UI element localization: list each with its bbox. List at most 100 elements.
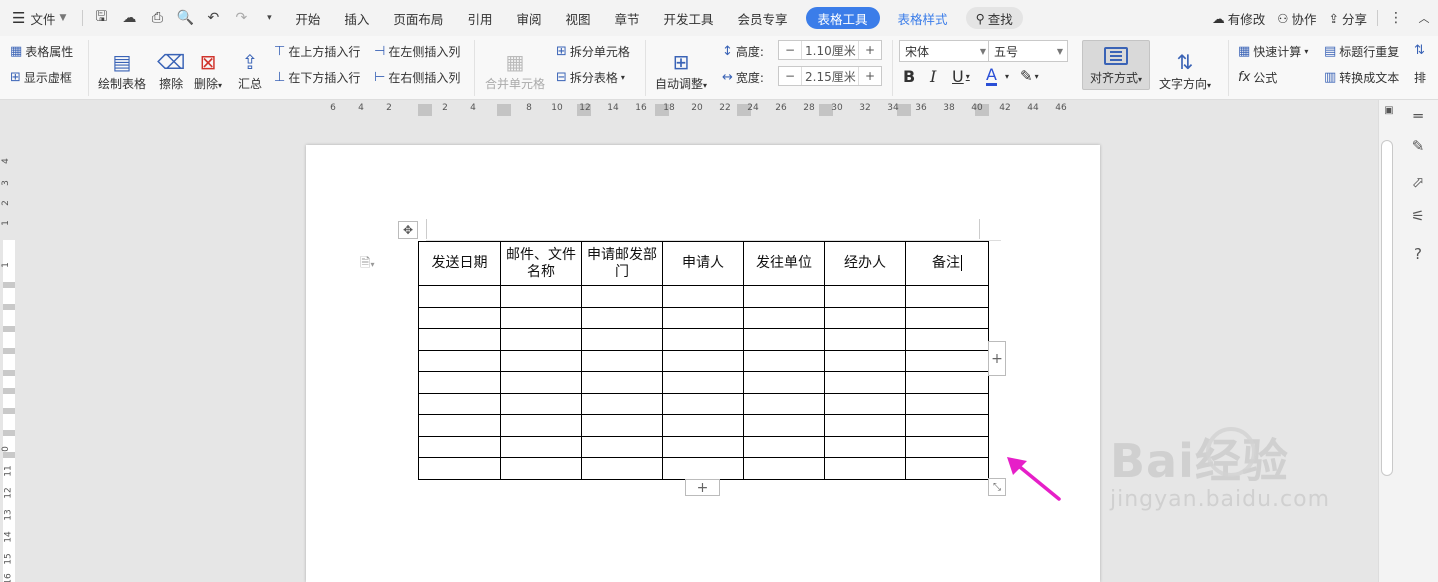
table-cell[interactable] — [662, 371, 744, 394]
table-cell[interactable] — [662, 306, 744, 329]
table-cell[interactable] — [743, 435, 825, 458]
table-cell[interactable] — [824, 371, 906, 394]
font-color-icon[interactable]: A — [986, 67, 997, 86]
table-cell[interactable] — [662, 435, 744, 458]
increase-width-button[interactable]: + — [859, 67, 881, 85]
insert-column-left-button[interactable]: ⊣ 在左侧插入列 — [374, 43, 460, 60]
ruler-row-marker[interactable] — [3, 388, 15, 394]
table-cell[interactable] — [743, 414, 825, 437]
table-cell[interactable] — [824, 435, 906, 458]
table-properties-button[interactable]: ▦ 表格属性 — [10, 43, 73, 60]
vertical-scrollbar[interactable] — [1381, 140, 1393, 476]
ruler-row-marker[interactable] — [3, 408, 15, 414]
help-icon[interactable]: ? — [1406, 242, 1430, 266]
chevron-down-icon[interactable]: ▾ — [1005, 72, 1009, 81]
table-cell[interactable] — [743, 457, 825, 480]
undo-icon[interactable]: ↶ — [199, 0, 227, 36]
tab-insert[interactable]: 插入 — [332, 0, 381, 36]
table-cell[interactable] — [581, 414, 663, 437]
row-height-stepper[interactable]: − 1.10厘米 + — [778, 40, 882, 60]
table-cell[interactable] — [500, 435, 582, 458]
table-cell[interactable] — [500, 371, 582, 394]
table-cell[interactable] — [500, 285, 582, 308]
tab-developer[interactable]: 开发工具 — [652, 0, 726, 36]
tab-review[interactable]: 审阅 — [504, 0, 553, 36]
column-width-value[interactable]: 2.15厘米 — [801, 67, 859, 85]
tab-table-tools[interactable]: 表格工具 — [805, 7, 880, 29]
table-move-handle-icon[interactable]: ✥ — [398, 221, 418, 239]
table-cell[interactable] — [581, 349, 663, 372]
row-height-value[interactable]: 1.10厘米 — [801, 41, 859, 59]
table-cell[interactable] — [418, 285, 501, 308]
add-row-button[interactable]: + — [685, 479, 720, 496]
italic-icon[interactable]: I — [930, 67, 936, 86]
ruler-row-marker[interactable] — [3, 348, 15, 354]
ruler-toggle-icon[interactable]: ▣ — [1382, 102, 1396, 118]
draw-table-button[interactable]: ▤ 绘制表格 — [98, 40, 146, 92]
header-cell-mail-name[interactable]: 邮件、文件名称 — [500, 241, 582, 286]
table-cell[interactable] — [662, 392, 744, 415]
table-cell[interactable] — [743, 285, 825, 308]
table-cell[interactable] — [905, 371, 989, 394]
auto-fit-button[interactable]: ⊞ 自动调整▾ — [655, 40, 707, 92]
table-cell[interactable] — [905, 414, 989, 437]
table-cell[interactable] — [418, 457, 501, 480]
table-cell[interactable] — [418, 392, 501, 415]
decrease-height-button[interactable]: − — [779, 41, 801, 59]
table-cell[interactable] — [500, 457, 582, 480]
search-button[interactable]: ⚲ 查找 — [965, 7, 1023, 29]
table-cell[interactable] — [581, 328, 663, 351]
sort-label[interactable]: 排 — [1414, 69, 1426, 86]
table-cell[interactable] — [581, 306, 663, 329]
table-cell[interactable] — [824, 349, 906, 372]
ruler-column-marker[interactable] — [897, 104, 911, 116]
sort-button[interactable]: ⇅ — [1414, 43, 1428, 58]
vertical-ruler[interactable]: 4 3 2 1 1 0 11 12 13 14 15 16 — [0, 118, 18, 582]
tab-references[interactable]: 引用 — [455, 0, 504, 36]
table-cell[interactable] — [500, 392, 582, 415]
select-cursor-icon[interactable]: ⬀ — [1406, 170, 1430, 194]
table-cell[interactable] — [824, 285, 906, 308]
header-cell-applicant[interactable]: 申请人 — [662, 241, 744, 286]
show-gridlines-button[interactable]: ⊞ 显示虚框 — [10, 69, 72, 86]
header-cell-destination[interactable]: 发往单位 — [743, 241, 825, 286]
table-cell[interactable] — [581, 435, 663, 458]
alignment-button[interactable]: 对齐方式▾ — [1082, 40, 1150, 90]
summary-button[interactable]: ⇪ 汇总 — [238, 40, 262, 92]
table-cell[interactable] — [581, 285, 663, 308]
ruler-column-marker[interactable] — [497, 104, 511, 116]
insert-column-right-button[interactable]: ⊢ 在右侧插入列 — [374, 69, 460, 86]
table-cell[interactable] — [662, 457, 744, 480]
header-cell-handler[interactable]: 经办人 — [824, 241, 906, 286]
convert-to-text-button[interactable]: ▥ 转换成文本 — [1324, 69, 1399, 86]
tab-layout[interactable]: 页面布局 — [381, 0, 455, 36]
save-icon[interactable]: 🖫 — [87, 0, 115, 36]
print-icon[interactable]: ⎙ — [143, 0, 171, 36]
table-cell[interactable] — [824, 414, 906, 437]
redo-icon[interactable]: ↷ — [227, 0, 255, 36]
ruler-column-marker[interactable] — [418, 104, 432, 116]
table-cell[interactable] — [824, 306, 906, 329]
delete-button[interactable]: ⊠ 删除▾ — [194, 40, 222, 92]
underline-icon[interactable]: U ▾ — [952, 67, 970, 86]
table-cell[interactable] — [500, 328, 582, 351]
quick-calc-button[interactable]: ▦ 快速计算 ▾ — [1238, 43, 1308, 60]
ruler-row-marker[interactable] — [3, 326, 15, 332]
header-cell-department[interactable]: 申请邮发部门 — [581, 241, 663, 286]
horizontal-ruler[interactable]: 6 4 2 2 4 8 10 12 14 16 18 20 22 24 26 28 30 32 34 36 38 40 42… — [0, 100, 1378, 118]
table-cell[interactable] — [905, 349, 989, 372]
table-cell[interactable] — [662, 328, 744, 351]
ruler-row-marker[interactable] — [3, 370, 15, 376]
tab-start[interactable]: 开始 — [283, 0, 332, 36]
edit-pen-icon[interactable]: ✎ — [1406, 134, 1430, 158]
table-cell[interactable] — [662, 349, 744, 372]
ruler-row-marker[interactable] — [3, 452, 15, 458]
table-cell[interactable] — [500, 349, 582, 372]
font-size-select[interactable]: 五号 ▼ — [988, 40, 1068, 62]
split-table-button[interactable]: ⊟ 拆分表格 ▾ — [556, 69, 625, 86]
table-cell[interactable] — [418, 371, 501, 394]
resize-table-icon[interactable]: ⤡ — [988, 478, 1006, 496]
repeat-header-button[interactable]: ▤ 标题行重复 — [1324, 43, 1399, 60]
table-cell[interactable] — [824, 392, 906, 415]
table-cell[interactable] — [743, 392, 825, 415]
